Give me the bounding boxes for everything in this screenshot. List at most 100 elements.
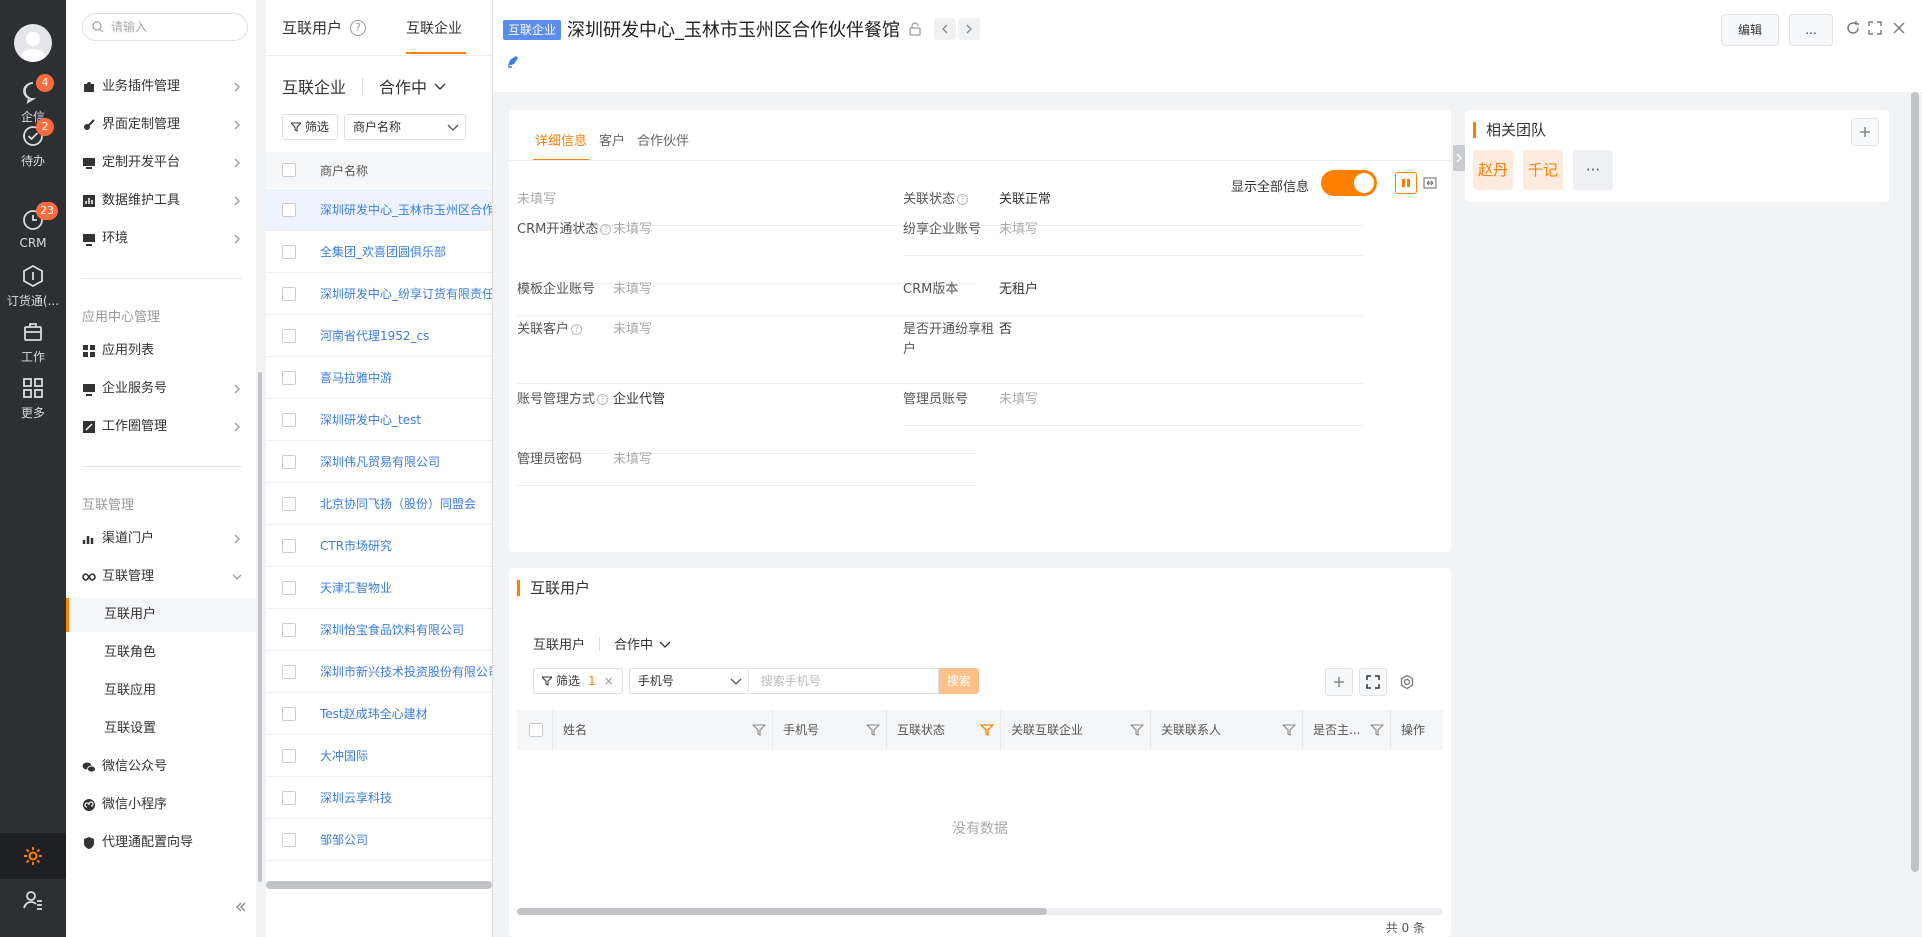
row-checkbox[interactable] xyxy=(282,580,296,595)
users-select-all-checkbox[interactable] xyxy=(529,723,543,737)
settings-icon[interactable] xyxy=(1399,674,1415,690)
menu-item-data-tools[interactable]: 数据维护工具 xyxy=(66,184,256,218)
menu-item-app-list[interactable]: 应用列表 xyxy=(66,334,256,368)
fullscreen-table-button[interactable] xyxy=(1359,668,1387,696)
row-checkbox[interactable] xyxy=(282,412,296,427)
table-row[interactable]: 全集团_欢喜团圆俱乐部 xyxy=(266,231,492,273)
fullscreen-icon[interactable] xyxy=(1867,20,1883,36)
filter-icon[interactable] xyxy=(752,723,766,737)
row-merchant-name[interactable]: 深圳怡宝食品饮料有限公司 xyxy=(320,621,464,638)
chevron-down-icon[interactable] xyxy=(659,638,671,650)
team-member-chip[interactable]: 赵丹 xyxy=(1473,150,1513,190)
more-actions-button[interactable]: ... xyxy=(1789,14,1833,46)
table-row[interactable]: 河南省代理1952_cs xyxy=(266,315,492,357)
tab-link-enterprise[interactable]: 互联企业 xyxy=(406,18,467,54)
add-team-member-button[interactable] xyxy=(1851,118,1879,146)
row-checkbox[interactable] xyxy=(282,622,296,637)
menu-search-input[interactable]: 请输入 xyxy=(82,13,248,41)
row-merchant-name[interactable]: 深圳市新兴技术投资股份有限公司 xyxy=(320,663,492,680)
menu-item-link-roles[interactable]: 互联角色 xyxy=(66,636,256,670)
scope-object[interactable]: 互联企业 xyxy=(282,74,346,98)
menu-scrollbar[interactable] xyxy=(258,372,262,882)
col-link-enterprise[interactable]: 关联互联企业 xyxy=(1001,710,1151,750)
side-collapse-handle[interactable] xyxy=(1453,145,1465,171)
table-row[interactable]: CTR市场研究 xyxy=(266,525,492,567)
users-search-input[interactable]: 搜索手机号 xyxy=(748,668,939,694)
help-icon[interactable]: ? xyxy=(350,19,367,36)
menu-item-dev-platform[interactable]: 定制开发平台 xyxy=(66,146,256,180)
col-link-status[interactable]: 互联状态 xyxy=(887,710,1001,750)
menu-item-env[interactable]: 环境 xyxy=(66,222,256,256)
row-merchant-name[interactable]: 邹邹公司 xyxy=(320,831,368,848)
table-row[interactable]: Test赵成玮全心建材 xyxy=(266,693,492,735)
filter-icon[interactable] xyxy=(866,723,880,737)
table-row[interactable]: 北京协同飞扬（股份）同盟会 xyxy=(266,483,492,525)
scope-status[interactable]: 合作中 xyxy=(379,74,427,98)
row-checkbox[interactable] xyxy=(282,832,296,847)
detail-vertical-scrollbar[interactable] xyxy=(1911,92,1919,872)
row-merchant-name[interactable]: 全集团_欢喜团圆俱乐部 xyxy=(320,243,446,260)
row-checkbox[interactable] xyxy=(282,286,296,301)
row-checkbox[interactable] xyxy=(282,748,296,763)
add-user-button[interactable] xyxy=(1325,668,1353,696)
row-merchant-name[interactable]: 喜马拉雅中游 xyxy=(320,369,392,386)
row-checkbox[interactable] xyxy=(282,370,296,385)
row-merchant-name[interactable]: 深圳云享科技 xyxy=(320,789,392,806)
menu-item-proxy-wizard[interactable]: 代理通配置向导 xyxy=(66,826,256,860)
row-checkbox[interactable] xyxy=(282,244,296,259)
row-checkbox[interactable] xyxy=(282,202,296,217)
row-checkbox[interactable] xyxy=(282,706,296,721)
row-merchant-name[interactable]: 河南省代理1952_cs xyxy=(320,327,429,344)
chevron-down-icon[interactable] xyxy=(433,79,447,93)
select-all-checkbox[interactable] xyxy=(282,163,296,177)
users-filter-clear[interactable]: × xyxy=(604,669,614,693)
rail-item-todo[interactable]: 2 待办 xyxy=(0,118,66,169)
table-row[interactable]: 深圳研发中心_test xyxy=(266,399,492,441)
table-row[interactable]: 深圳云享科技 xyxy=(266,777,492,819)
col-is-primary[interactable]: 是否主... xyxy=(1303,710,1391,750)
menu-item-link-users[interactable]: 互联用户 xyxy=(66,598,256,632)
edit-button[interactable]: 编辑 xyxy=(1721,14,1779,46)
prev-record-button[interactable] xyxy=(934,18,956,40)
user-admin-icon[interactable] xyxy=(21,888,45,912)
row-merchant-name[interactable]: 深圳研发中心_玉林市玉州区合作伙伴餐馆 xyxy=(320,201,492,218)
table-row[interactable]: 深圳研发中心_玉林市玉州区合作伙伴餐馆 xyxy=(266,189,492,231)
row-checkbox[interactable] xyxy=(282,664,296,679)
expand-width-icon[interactable] xyxy=(1423,176,1437,190)
row-merchant-name[interactable]: 深圳伟凡贸易有限公司 xyxy=(320,453,440,470)
help-icon[interactable]: ? xyxy=(957,194,969,205)
next-record-button[interactable] xyxy=(958,18,980,40)
row-checkbox[interactable] xyxy=(282,328,296,343)
row-merchant-name[interactable]: 深圳研发中心_纷享订货有限责任公司 xyxy=(320,285,492,302)
rail-item-more[interactable]: 更多 xyxy=(0,376,66,421)
users-field-select[interactable]: 手机号 xyxy=(628,668,749,694)
row-merchant-name[interactable]: 大冲国际 xyxy=(320,747,368,764)
team-member-chip[interactable]: 千记 xyxy=(1523,150,1563,190)
refresh-icon[interactable] xyxy=(1845,20,1861,36)
help-icon[interactable]: ? xyxy=(571,324,583,335)
users-filter-button[interactable]: 筛选 1 × xyxy=(533,668,623,694)
filter-active-icon[interactable] xyxy=(980,723,994,737)
unlock-icon[interactable] xyxy=(908,22,922,36)
menu-item-service-account[interactable]: 企业服务号 xyxy=(66,372,256,406)
menu-item-plugin[interactable]: 业务插件管理 xyxy=(66,70,256,104)
rail-item-crm[interactable]: 23 CRM xyxy=(0,202,66,250)
users-hscroll-thumb[interactable] xyxy=(517,908,1047,915)
col-merchant-name[interactable]: 商户名称 xyxy=(320,162,368,179)
row-merchant-name[interactable]: 天津汇智物业 xyxy=(320,579,392,596)
help-icon[interactable]: ? xyxy=(597,394,609,405)
rail-item-work[interactable]: 工作 xyxy=(0,320,66,365)
row-merchant-name[interactable]: Test赵成玮全心建材 xyxy=(320,705,428,722)
filter-field-select[interactable]: 商户名称 xyxy=(344,114,467,140)
filter-icon[interactable] xyxy=(1282,723,1296,737)
table-row[interactable]: 深圳研发中心_纷享订货有限责任公司 xyxy=(266,273,492,315)
users-scope-status[interactable]: 合作中 xyxy=(614,634,653,653)
table-row[interactable]: 深圳市新兴技术投资股份有限公司 xyxy=(266,651,492,693)
users-scope-object[interactable]: 互联用户 xyxy=(533,634,585,653)
menu-item-ui-custom[interactable]: 界面定制管理 xyxy=(66,108,256,142)
menu-item-link-apps[interactable]: 互联应用 xyxy=(66,674,256,708)
row-merchant-name[interactable]: 北京协同飞扬（股份）同盟会 xyxy=(320,495,476,512)
menu-item-wechat-oa[interactable]: 微信公众号 xyxy=(66,750,256,784)
team-more-button[interactable]: ··· xyxy=(1573,150,1613,190)
table-row[interactable]: 天津汇智物业 xyxy=(266,567,492,609)
